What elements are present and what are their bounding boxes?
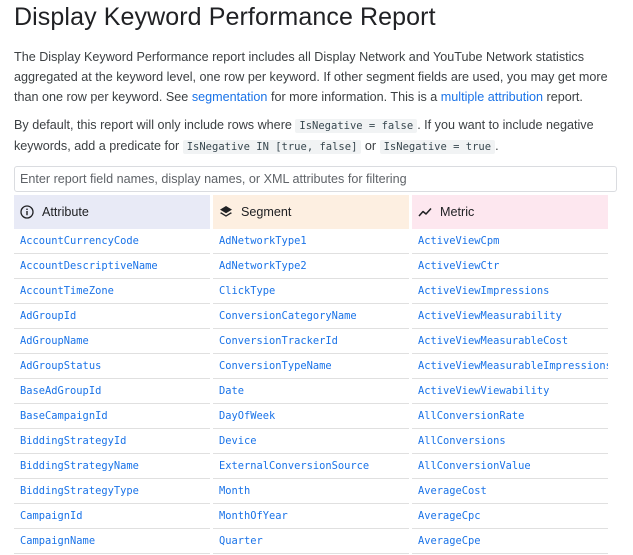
note-text-1: By default, this report will only includ… <box>14 118 296 132</box>
attribute-cell[interactable]: AdGroupId <box>14 304 210 329</box>
segment-cell[interactable]: ConversionTypeName <box>213 354 409 379</box>
attribute-cell[interactable]: AdGroupName <box>14 329 210 354</box>
intro-text-2: for more information. This is a <box>267 90 441 104</box>
segment-cell[interactable]: ClickType <box>213 279 409 304</box>
attribute-column-header: Attribute <box>14 195 210 229</box>
segment-cell[interactable]: ConversionTrackerId <box>213 329 409 354</box>
segment-cell[interactable]: DayOfWeek <box>213 404 409 429</box>
metric-cell[interactable]: ActiveViewMeasurability <box>412 304 608 329</box>
metric-cell[interactable]: ActiveViewImpressions <box>412 279 608 304</box>
segment-cell[interactable]: ConversionCategoryName <box>213 304 409 329</box>
attribute-cell[interactable]: AccountTimeZone <box>14 279 210 304</box>
metric-column: Metric ActiveViewCpm ActiveViewCtr Activ… <box>412 195 608 554</box>
metric-cell[interactable]: ActiveViewMeasurableCost <box>412 329 608 354</box>
layers-icon <box>219 205 233 219</box>
fields-table: Attribute AccountCurrencyCode AccountDes… <box>14 195 608 554</box>
attribute-cell[interactable]: BaseAdGroupId <box>14 379 210 404</box>
attribute-column: Attribute AccountCurrencyCode AccountDes… <box>14 195 210 554</box>
info-circle-icon <box>20 205 34 219</box>
filter-field[interactable] <box>14 166 617 192</box>
metric-column-header: Metric <box>412 195 608 229</box>
multiple-attribution-link[interactable]: multiple attribution <box>441 90 543 104</box>
metric-cell[interactable]: AllConversionValue <box>412 454 608 479</box>
note-text-3: or <box>361 139 380 153</box>
report-page: Display Keyword Performance Report The D… <box>14 0 617 192</box>
metric-cell[interactable]: AverageCpe <box>412 529 608 554</box>
intro-paragraph: The Display Keyword Performance report i… <box>14 47 614 107</box>
attribute-cell[interactable]: AccountCurrencyCode <box>14 229 210 254</box>
attribute-cell[interactable]: BaseCampaignId <box>14 404 210 429</box>
trending-line-icon <box>418 205 432 219</box>
segment-cell[interactable]: Quarter <box>213 529 409 554</box>
metric-cell[interactable]: ActiveViewMeasurableImpressions <box>412 354 608 379</box>
metric-cell[interactable]: AverageCpc <box>412 504 608 529</box>
segment-cell[interactable]: AdNetworkType1 <box>213 229 409 254</box>
metric-cell[interactable]: ActiveViewCpm <box>412 229 608 254</box>
intro-text-3: report. <box>543 90 583 104</box>
metric-cell[interactable]: ActiveViewCtr <box>412 254 608 279</box>
attribute-cell[interactable]: AdGroupStatus <box>14 354 210 379</box>
page-title: Display Keyword Performance Report <box>14 3 436 31</box>
code-isnegative-in: IsNegative IN [true, false] <box>182 140 362 154</box>
segment-cell[interactable]: MonthOfYear <box>213 504 409 529</box>
metric-cell[interactable]: AverageCost <box>412 479 608 504</box>
note-text-4: . <box>495 139 499 153</box>
segment-cell[interactable]: AdNetworkType2 <box>213 254 409 279</box>
code-isnegative-false: IsNegative = false <box>295 119 418 133</box>
segment-cell[interactable]: Device <box>213 429 409 454</box>
metric-header-label: Metric <box>440 205 475 219</box>
attribute-cell[interactable]: CampaignId <box>14 504 210 529</box>
attribute-header-label: Attribute <box>42 205 89 219</box>
code-isnegative-true: IsNegative = true <box>379 140 496 154</box>
attribute-cell[interactable]: BiddingStrategyId <box>14 429 210 454</box>
segmentation-link[interactable]: segmentation <box>192 90 268 104</box>
segment-column-header: Segment <box>213 195 409 229</box>
segment-header-label: Segment <box>241 205 292 219</box>
default-note-paragraph: By default, this report will only includ… <box>14 115 614 157</box>
filter-input[interactable] <box>20 172 600 186</box>
segment-cell[interactable]: Date <box>213 379 409 404</box>
segment-cell[interactable]: Month <box>213 479 409 504</box>
metric-cell[interactable]: ActiveViewViewability <box>412 379 608 404</box>
attribute-cell[interactable]: AccountDescriptiveName <box>14 254 210 279</box>
metric-cell[interactable]: AllConversionRate <box>412 404 608 429</box>
attribute-cell[interactable]: BiddingStrategyName <box>14 454 210 479</box>
attribute-cell[interactable]: BiddingStrategyType <box>14 479 210 504</box>
segment-cell[interactable]: ExternalConversionSource <box>213 454 409 479</box>
attribute-cell[interactable]: CampaignName <box>14 529 210 554</box>
metric-cell[interactable]: AllConversions <box>412 429 608 454</box>
segment-column: Segment AdNetworkType1 AdNetworkType2 Cl… <box>213 195 409 554</box>
